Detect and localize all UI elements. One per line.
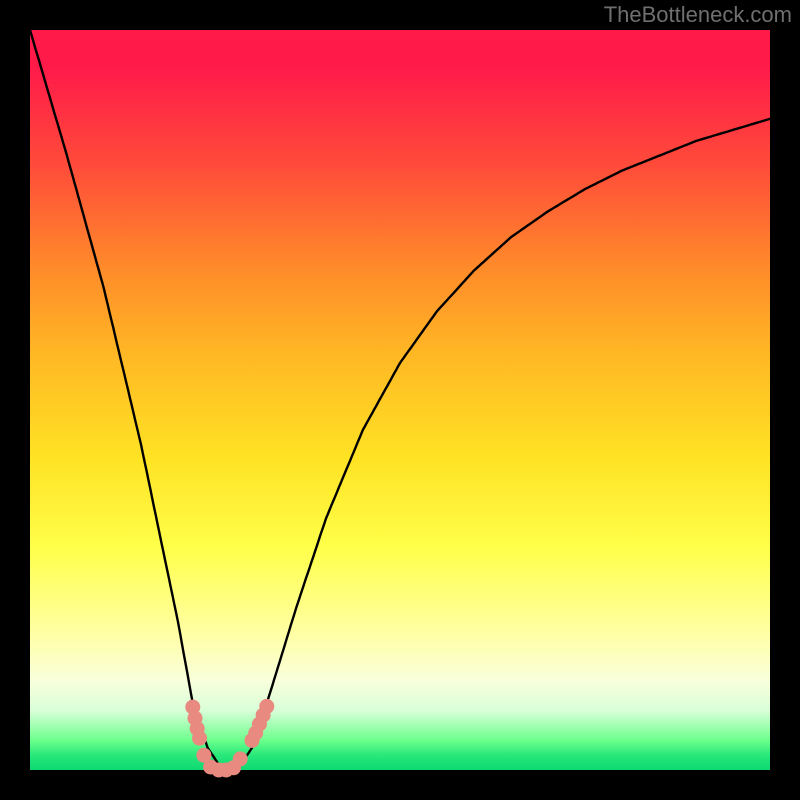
chart-stage: TheBottleneck.com bbox=[0, 0, 800, 800]
curve-layer bbox=[0, 0, 800, 800]
highlight-marker bbox=[259, 699, 274, 714]
highlight-marker bbox=[233, 751, 248, 766]
bottleneck-curve bbox=[30, 30, 770, 770]
highlight-marker bbox=[192, 731, 207, 746]
attribution-label: TheBottleneck.com bbox=[604, 2, 792, 28]
